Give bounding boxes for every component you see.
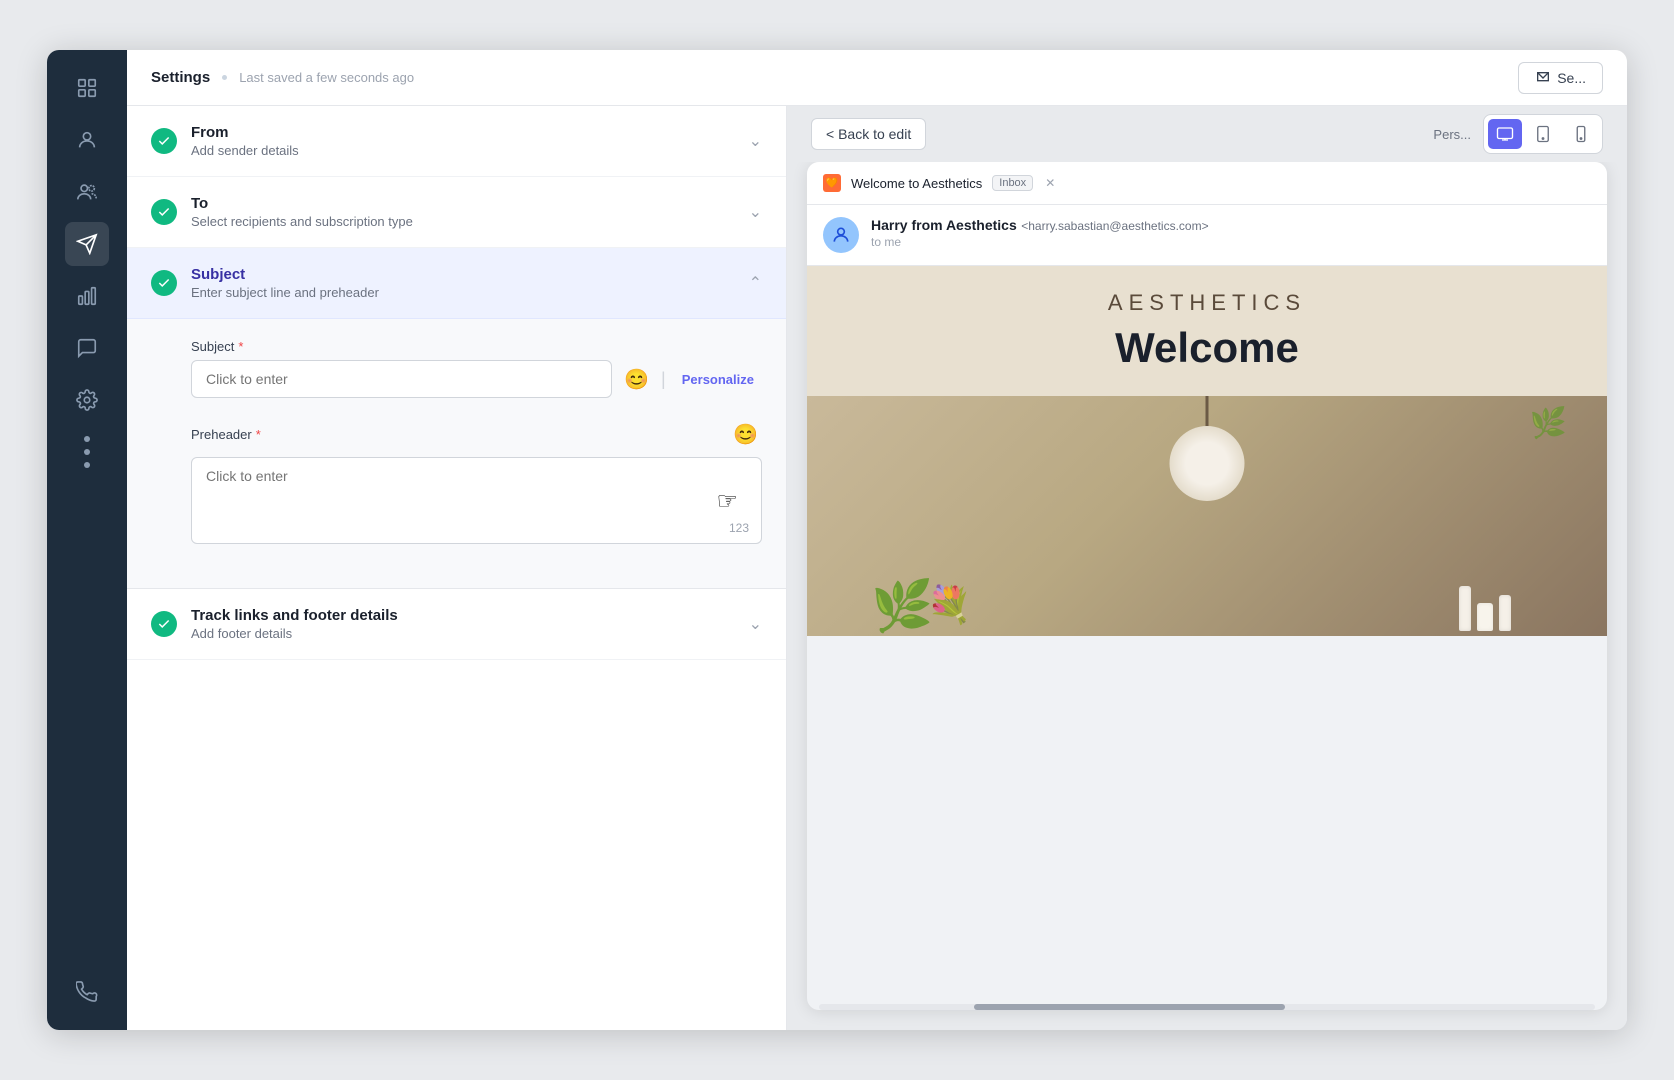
settings-panel: From Add sender details ⌄ To	[127, 106, 787, 1030]
send-button[interactable]: Se...	[1518, 62, 1603, 94]
page-title: Settings	[151, 69, 210, 86]
from-section-header[interactable]: From Add sender details ⌄	[127, 106, 786, 176]
email-close-icon[interactable]: ✕	[1045, 176, 1055, 190]
subject-required: *	[238, 339, 243, 354]
subject-chevron: ⌃	[749, 273, 762, 293]
track-section: Track links and footer details Add foote…	[127, 589, 786, 660]
to-section: To Select recipients and subscription ty…	[127, 177, 786, 248]
topbar-separator	[222, 75, 227, 80]
tablet-view-toggle[interactable]	[1526, 119, 1560, 149]
scroll-indicator[interactable]	[819, 1004, 1595, 1010]
sidebar-item-segments[interactable]	[65, 170, 109, 214]
from-chevron: ⌄	[749, 131, 762, 151]
subject-title: Subject	[191, 266, 735, 283]
back-to-edit-button[interactable]: < Back to edit	[811, 118, 926, 150]
preheader-char-count: 123	[729, 521, 749, 535]
brand-name: AESTHETICS	[831, 290, 1583, 316]
preview-toolbar: < Back to edit Pers...	[787, 106, 1627, 162]
sidebar-item-phone[interactable]	[65, 970, 109, 1014]
flower-decoration: 💐	[927, 584, 972, 626]
scroll-thumb	[974, 1004, 1284, 1010]
email-favicon: 🧡	[823, 174, 841, 192]
track-section-header[interactable]: Track links and footer details Add foote…	[127, 589, 786, 659]
candles-decoration	[1459, 586, 1511, 631]
sidebar-more-menu[interactable]	[65, 430, 109, 474]
topbar: Settings Last saved a few seconds ago Se…	[127, 50, 1627, 106]
from-title: From	[191, 124, 735, 141]
email-client-bar: 🧡 Welcome to Aesthetics Inbox ✕	[807, 162, 1607, 205]
subject-section-header[interactable]: Subject Enter subject line and preheader…	[127, 248, 786, 319]
subject-emoji-button[interactable]: 😊	[620, 363, 653, 396]
body-split: From Add sender details ⌄ To	[127, 106, 1627, 1030]
inbox-badge: Inbox	[992, 175, 1033, 191]
subject-section-body: Subject * 😊 | Personalize	[127, 319, 786, 588]
subject-section: Subject Enter subject line and preheader…	[127, 248, 786, 589]
sidebar-item-settings[interactable]	[65, 378, 109, 422]
preheader-required: *	[256, 427, 261, 442]
subject-subtitle: Enter subject line and preheader	[191, 285, 735, 300]
to-subtitle: Select recipients and subscription type	[191, 214, 735, 229]
sender-avatar	[823, 217, 859, 253]
email-content: AESTHETICS Welcome 🌿 💐	[807, 266, 1607, 636]
plant-decoration: 🌿	[871, 577, 933, 636]
preheader-field-label: Preheader * 😊	[191, 418, 762, 451]
email-body: AESTHETICS Welcome 🌿 💐	[807, 266, 1607, 996]
subject-field-label: Subject *	[191, 339, 762, 354]
track-chevron: ⌄	[749, 614, 762, 634]
preheader-area: 123	[191, 457, 762, 544]
to-check	[151, 199, 177, 225]
track-check	[151, 611, 177, 637]
sender-to: to me	[871, 235, 1591, 249]
to-chevron: ⌄	[749, 202, 762, 222]
sidebar-item-dashboard[interactable]	[65, 66, 109, 110]
preheader-field-group: Preheader * 😊 123 ☞	[191, 418, 762, 544]
view-toggles	[1483, 114, 1603, 154]
mobile-view-toggle[interactable]	[1564, 119, 1598, 149]
email-mockup: 🧡 Welcome to Aesthetics Inbox ✕	[807, 162, 1607, 1010]
sender-email: <harry.sabastian@aesthetics.com>	[1021, 219, 1208, 233]
from-subtitle: Add sender details	[191, 143, 735, 158]
leaf-decoration: 🌿	[1530, 406, 1567, 441]
from-check	[151, 128, 177, 154]
track-subtitle: Add footer details	[191, 626, 735, 641]
sidebar-item-campaigns[interactable]	[65, 222, 109, 266]
sidebar	[47, 50, 127, 1030]
subject-personalize-button[interactable]: Personalize	[674, 368, 762, 391]
topbar-saved-status: Last saved a few seconds ago	[239, 70, 414, 85]
to-section-header[interactable]: To Select recipients and subscription ty…	[127, 177, 786, 247]
subject-input-row: 😊 | Personalize	[191, 360, 762, 398]
preheader-input[interactable]	[192, 458, 761, 538]
sidebar-item-messages[interactable]	[65, 326, 109, 370]
sender-name: Harry from Aesthetics	[871, 217, 1017, 233]
sidebar-item-contacts[interactable]	[65, 118, 109, 162]
from-section: From Add sender details ⌄	[127, 106, 786, 177]
personalize-preview-label: Pers...	[1433, 127, 1471, 142]
sidebar-item-analytics[interactable]	[65, 274, 109, 318]
preheader-emoji-button[interactable]: 😊	[729, 418, 762, 451]
subject-check	[151, 270, 177, 296]
track-title: Track links and footer details	[191, 607, 735, 624]
main-content: Settings Last saved a few seconds ago Se…	[127, 50, 1627, 1030]
email-header: Harry from Aesthetics <harry.sabastian@a…	[807, 205, 1607, 266]
aesthetics-header: AESTHETICS Welcome	[807, 266, 1607, 396]
welcome-text: Welcome	[831, 324, 1583, 372]
pipe-divider: |	[661, 369, 666, 390]
subject-input[interactable]	[191, 360, 612, 398]
preview-content: 🧡 Welcome to Aesthetics Inbox ✕	[787, 162, 1627, 1030]
email-subject-preview: Welcome to Aesthetics	[851, 176, 982, 191]
aesthetics-hero-image: 🌿 💐 🌿	[807, 396, 1607, 636]
to-title: To	[191, 195, 735, 212]
preview-panel: < Back to edit Pers...	[787, 106, 1627, 1030]
desktop-view-toggle[interactable]	[1488, 119, 1522, 149]
subject-field-group: Subject * 😊 | Personalize	[191, 339, 762, 398]
